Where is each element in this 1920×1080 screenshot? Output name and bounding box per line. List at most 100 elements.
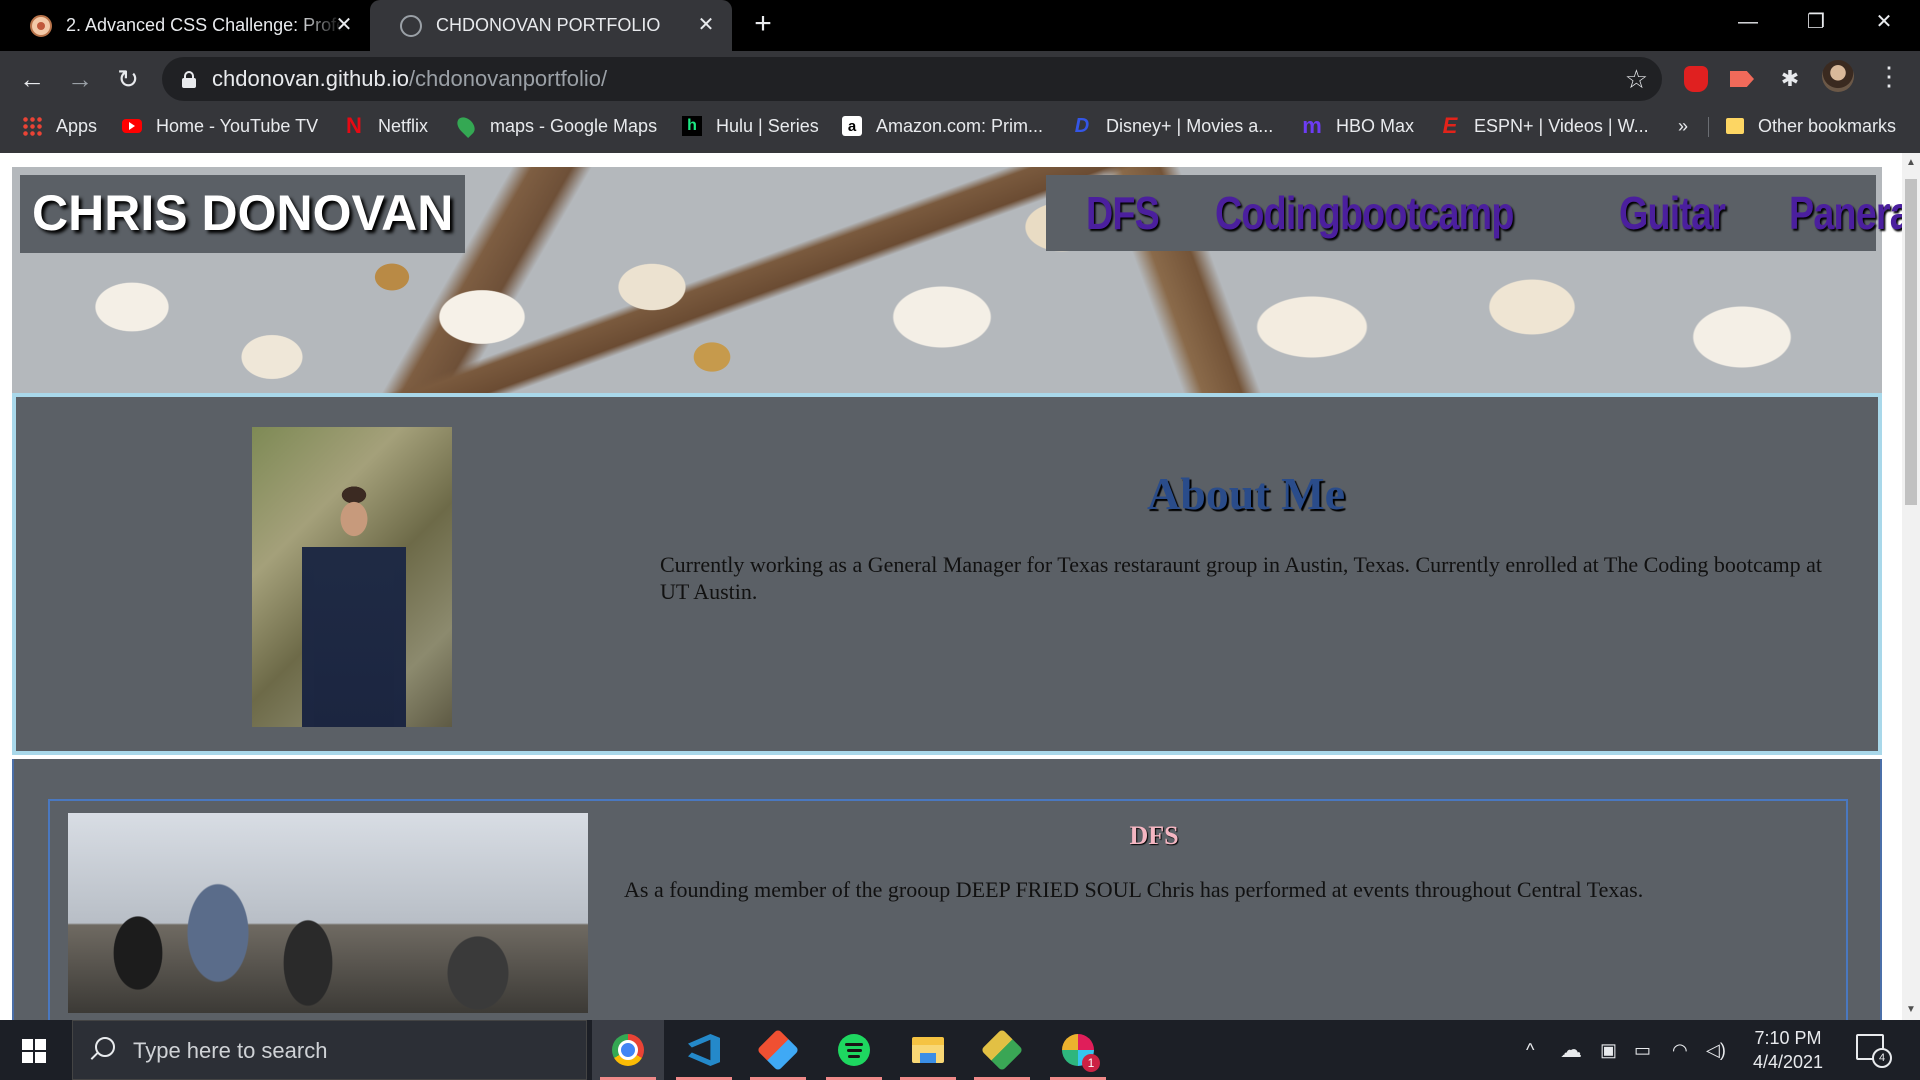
battery-icon[interactable]: ▭ xyxy=(1634,1020,1651,1080)
bookmark-disney-plus[interactable]: D Disney+ | Movies a... xyxy=(1072,107,1273,145)
bookmark-label: Netflix xyxy=(378,115,429,136)
taskbar-slack[interactable]: 1 xyxy=(1042,1020,1114,1080)
bookmark-amazon[interactable]: a Amazon.com: Prim... xyxy=(842,107,1043,145)
close-window-button[interactable]: ✕ xyxy=(1856,4,1912,40)
windows-start-icon[interactable] xyxy=(22,1039,46,1063)
tray-chevron-icon[interactable]: ^ xyxy=(1526,1020,1534,1080)
profile-avatar[interactable] xyxy=(1822,60,1854,92)
tab-close-icon[interactable]: ✕ xyxy=(332,13,356,37)
back-button[interactable]: ← xyxy=(14,61,50,97)
clock-date: 4/4/2021 xyxy=(1752,1052,1824,1072)
nav-link-guitar[interactable]: Guitar xyxy=(1619,186,1726,240)
amazon-icon: a xyxy=(842,116,862,136)
disney-plus-icon: D xyxy=(1074,114,1090,137)
notifications-icon[interactable]: 4 xyxy=(1856,1034,1892,1068)
scroll-down-arrow-icon[interactable]: ▼ xyxy=(1905,1004,1917,1016)
bookmark-apps[interactable]: Apps xyxy=(22,107,97,145)
bookmarks-overflow-button[interactable]: » xyxy=(1678,107,1688,145)
bookmark-label: HBO Max xyxy=(1336,115,1415,136)
nav-link-dfs[interactable]: DFS xyxy=(1086,186,1160,240)
url-text[interactable]: chdonovan.github.io/chdonovanportfolio/ xyxy=(212,57,607,101)
chrome-icon xyxy=(612,1034,644,1066)
tab-portfolio[interactable]: CHDONOVAN PORTFOLIO ✕ xyxy=(370,0,732,51)
nav-link-panera[interactable]: Panera xyxy=(1789,186,1911,240)
bookmark-youtube-tv[interactable]: Home - YouTube TV xyxy=(122,107,318,145)
bookmark-label: Disney+ | Movies a... xyxy=(1106,115,1274,136)
taskbar-chrome[interactable] xyxy=(592,1020,664,1080)
extensions-puzzle-icon[interactable]: ✱ xyxy=(1774,63,1806,95)
slack-icon: 1 xyxy=(1062,1034,1100,1072)
wifi-icon[interactable]: ◠ xyxy=(1672,1020,1688,1080)
bookmark-label: Home - YouTube TV xyxy=(156,115,319,136)
bookmark-netflix[interactable]: N Netflix xyxy=(344,107,428,145)
profile-photo xyxy=(252,427,452,727)
bookmark-label: Apps xyxy=(56,115,98,136)
folder-icon xyxy=(1726,118,1744,134)
address-bar[interactable]: chdonovan.github.io/chdonovanportfolio/ … xyxy=(162,57,1662,101)
maps-pin-icon xyxy=(453,113,479,139)
about-title: About Me xyxy=(1146,468,1346,519)
bookmark-label: Amazon.com: Prim... xyxy=(876,115,1044,136)
lock-icon xyxy=(182,71,196,88)
taskbar-git-kraken[interactable] xyxy=(966,1020,1038,1080)
bookmark-label: maps - Google Maps xyxy=(490,115,658,136)
tab-advanced-css[interactable]: 2. Advanced CSS Challenge: Professional … xyxy=(0,0,370,51)
bookmarks-divider xyxy=(1708,117,1709,137)
git-kraken-icon xyxy=(980,1028,1024,1072)
other-bookmarks[interactable]: Other bookmarks xyxy=(1726,107,1896,145)
dfs-title[interactable]: DFS xyxy=(534,821,1774,851)
bookmark-hulu[interactable]: h Hulu | Series xyxy=(682,107,819,145)
nav-link-codingbootcamp[interactable]: Codingbootcamp xyxy=(1215,186,1514,240)
browser-menu-icon[interactable]: ⋮ xyxy=(1876,60,1902,92)
adblock-extension-icon[interactable] xyxy=(1680,63,1712,95)
bookmarks-bar: Apps Home - YouTube TV N Netflix maps - … xyxy=(0,107,1920,153)
recorder-extension-icon[interactable] xyxy=(1726,63,1758,95)
tab-close-icon[interactable]: ✕ xyxy=(694,13,718,37)
git-icon xyxy=(756,1028,800,1072)
dfs-text: As a founding member of the grooup DEEP … xyxy=(624,877,1644,902)
bookmark-espn[interactable]: E ESPN+ | Videos | W... xyxy=(1440,107,1649,145)
site-brand[interactable]: CHRIS DONOVAN xyxy=(20,175,466,253)
hulu-icon: h xyxy=(682,116,702,136)
about-text: Currently working as a General Manager f… xyxy=(660,552,1823,604)
tab-favicon-icon xyxy=(30,14,52,37)
bookmark-label: ESPN+ | Videos | W... xyxy=(1474,115,1649,136)
minimize-button[interactable]: — xyxy=(1720,4,1776,40)
netflix-icon: N xyxy=(346,113,362,138)
bookmark-google-maps[interactable]: maps - Google Maps xyxy=(453,107,658,145)
scroll-up-arrow-icon[interactable]: ▲ xyxy=(1905,157,1917,169)
clock-time: 7:10 PM xyxy=(1754,1028,1822,1048)
youtube-icon xyxy=(122,119,142,133)
windows-taskbar: Type here to search 1 ^ ☁ ▣ ▭ ◠ ◁) 7:10 … xyxy=(0,1020,1920,1080)
device-icon[interactable]: ▣ xyxy=(1600,1020,1617,1080)
bookmark-label: Hulu | Series xyxy=(716,115,819,136)
taskbar-file-explorer[interactable] xyxy=(892,1020,964,1080)
notifications-badge: 4 xyxy=(1872,1048,1892,1068)
taskbar-git[interactable] xyxy=(742,1020,814,1080)
about-section: About Me Currently working as a General … xyxy=(12,393,1882,755)
new-tab-button[interactable]: + xyxy=(748,9,778,40)
spotify-icon xyxy=(838,1034,870,1066)
restore-button[interactable]: ❐ xyxy=(1788,4,1844,40)
bookmark-star-icon[interactable]: ☆ xyxy=(1625,63,1648,95)
reload-button[interactable]: ↻ xyxy=(110,61,146,97)
forward-button[interactable]: → xyxy=(62,61,98,97)
tab-title: 2. Advanced CSS Challenge: Professional … xyxy=(66,15,343,35)
search-icon xyxy=(95,1037,115,1057)
scroll-thumb[interactable] xyxy=(1905,179,1917,505)
page-scrollbar[interactable]: ▲ ▼ xyxy=(1902,153,1920,1020)
vscode-icon xyxy=(688,1034,720,1066)
volume-icon[interactable]: ◁) xyxy=(1706,1020,1726,1080)
bookmark-hbo-max[interactable]: m HBO Max xyxy=(1302,107,1414,145)
apps-grid-icon xyxy=(22,116,42,136)
onedrive-cloud-icon[interactable]: ☁ xyxy=(1560,1020,1582,1080)
taskbar-search[interactable]: Type here to search xyxy=(72,1020,587,1080)
hbo-max-icon: m xyxy=(1302,113,1322,138)
clock[interactable]: 7:10 PM 4/4/2021 xyxy=(1740,1026,1836,1074)
site-nav: DFS Codingbootcamp Guitar Panera xyxy=(1046,175,1910,251)
taskbar-vscode[interactable] xyxy=(668,1020,740,1080)
projects-section: DFS As a founding member of the grooup D… xyxy=(12,759,1882,1020)
taskbar-spotify[interactable] xyxy=(818,1020,890,1080)
file-explorer-icon xyxy=(912,1037,944,1063)
globe-icon xyxy=(400,14,422,37)
